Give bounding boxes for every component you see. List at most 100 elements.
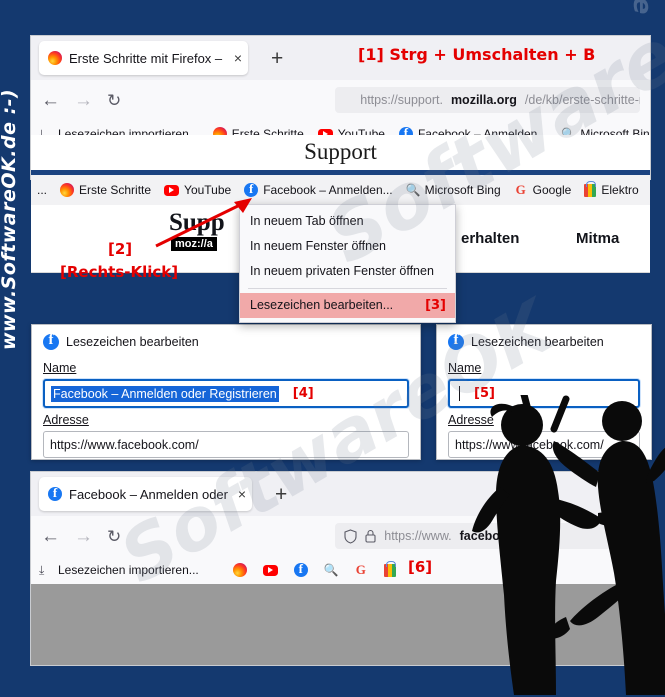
bookmarks-toolbar-second: ... Erste Schritte YouTube Facebook – An…	[31, 175, 650, 205]
address-bar[interactable]: https://www. facebook.com	[335, 523, 640, 549]
bing-icon[interactable]: 🔍	[324, 563, 339, 577]
annotation-step-3: [3]	[425, 298, 446, 313]
address-field-value: https://www.facebook.com/	[455, 437, 604, 452]
edit-bookmark-dialog-left: Lesezeichen bearbeiten Name Facebook – A…	[31, 324, 421, 460]
annotation-step-2: [2]	[108, 240, 133, 258]
bookmark-elektro[interactable]: Elektro	[584, 180, 639, 197]
shopping-bag-icon[interactable]	[383, 560, 396, 577]
firefox-icon	[48, 51, 62, 65]
bookmark-label: ...	[37, 183, 48, 197]
browser-tab-getting-started[interactable]: Erste Schritte mit Firefox – Überb ×	[39, 41, 248, 75]
annotation-step-6: [6]	[408, 558, 433, 576]
context-menu-item-edit-bookmark[interactable]: Lesezeichen bearbeiten... [3]	[240, 293, 455, 318]
screenshot-stage: SoftwareOK SoftwareOK Erste Schritte mit…	[0, 0, 665, 697]
facebook-icon	[43, 332, 59, 350]
bookmark-facebook[interactable]: Facebook – Anmelden...	[244, 181, 393, 197]
bookmark-bing[interactable]: 🔍 Microsoft Bing	[406, 183, 501, 197]
dialog-title: Lesezeichen bearbeiten	[66, 335, 199, 349]
reload-icon[interactable]: ↻	[107, 528, 121, 545]
tab-strip-bottom: Facebook – Anmelden oder Reg × +	[31, 472, 650, 516]
watermark-left: www.SoftwareOK.de :-)	[0, 88, 20, 350]
moz-badge: moz://a	[171, 237, 217, 251]
youtube-icon	[164, 184, 180, 196]
url-suffix: /de/kb/erste-schritte-mit-fir	[524, 93, 640, 107]
import-icon: ⤓	[39, 563, 45, 577]
back-icon[interactable]: ←	[41, 527, 60, 546]
firefox-icon	[60, 183, 75, 197]
url-host: mozilla.org	[450, 93, 517, 107]
address-label: Adresse	[43, 413, 89, 427]
address-bar[interactable]: https://support. mozilla.org/de/kb/erste-…	[335, 87, 640, 113]
annotation-step-1: [1] Strg + Umschalten + B	[358, 45, 596, 64]
bookmark-label: Lesezeichen importieren...	[58, 563, 199, 577]
address-field[interactable]: https://www.facebook.com/	[43, 431, 409, 458]
facebook-icon	[244, 181, 259, 197]
bookmark-google[interactable]: G Google	[514, 182, 572, 198]
bookmarks-toolbar-bottom: ⤓ Lesezeichen importieren... 🔍 G	[31, 556, 650, 584]
site-nav-link-mitmachen[interactable]: Mitma	[576, 230, 619, 247]
navigation-bar-top: ← → ↻ https://support. mozilla.org/de/kb/…	[31, 80, 650, 120]
address-field-value: https://www.facebook.com/	[50, 437, 199, 452]
url-prefix: https://support.	[360, 93, 443, 107]
lock-icon	[365, 529, 376, 543]
menu-label: In neuem Tab öffnen	[250, 214, 364, 228]
bookmark-context-menu: In neuem Tab öffnen In neuem Fenster öff…	[239, 204, 456, 323]
site-brand: Supp	[169, 209, 225, 236]
page-viewport-bottom	[31, 584, 650, 665]
bing-icon: 🔍	[405, 183, 421, 197]
browser-tab-facebook[interactable]: Facebook – Anmelden oder Reg ×	[39, 477, 252, 511]
google-icon[interactable]: G	[354, 563, 368, 577]
url-host: facebook.com	[459, 529, 544, 543]
shield-icon	[344, 528, 357, 544]
facebook-icon	[448, 332, 464, 350]
bookmark-import[interactable]: ⤓ Lesezeichen importieren...	[39, 563, 199, 577]
menu-label: In neuem privaten Fenster öffnen	[250, 264, 434, 278]
close-icon[interactable]: ×	[238, 487, 246, 501]
tab-title: Erste Schritte mit Firefox – Überb	[69, 50, 225, 66]
google-icon: G	[515, 182, 526, 197]
back-icon[interactable]: ←	[41, 91, 60, 110]
menu-label: In neuem Fenster öffnen	[250, 239, 386, 253]
annotation-step-2-label: [Rechts-Klick]	[60, 263, 179, 281]
name-field-value: Facebook – Anmelden oder Registrieren	[51, 385, 279, 402]
annotation-step-4: [4]	[292, 386, 314, 401]
forward-icon[interactable]: →	[74, 91, 93, 110]
dialog-title: Lesezeichen bearbeiten	[471, 335, 604, 349]
name-label: Name	[43, 361, 77, 375]
name-field[interactable]: [5]	[448, 379, 640, 408]
facebook-icon	[48, 485, 62, 501]
reload-icon[interactable]: ↻	[107, 92, 121, 109]
url-prefix: https://www.	[384, 529, 452, 543]
bookmark-overflow[interactable]: ...	[37, 183, 47, 197]
close-icon[interactable]: ×	[234, 51, 242, 65]
dialog-header: Lesezeichen bearbeiten	[437, 325, 651, 356]
site-nav-link-verhalten[interactable]: erhalten	[461, 230, 519, 247]
bookmark-label: Elektro	[601, 183, 639, 197]
new-tab-button[interactable]: +	[275, 484, 287, 505]
firefox-window-bottom: Facebook – Anmelden oder Reg × + ← → ↻ h…	[31, 472, 650, 665]
firefox-icon[interactable]	[232, 563, 247, 577]
facebook-icon[interactable]	[293, 561, 308, 577]
text-caret	[459, 386, 460, 401]
name-label: Name	[448, 361, 482, 375]
address-label: Adresse	[448, 413, 494, 427]
forward-icon[interactable]: →	[74, 527, 93, 546]
dialog-header: Lesezeichen bearbeiten	[32, 325, 420, 356]
context-menu-item-open-new-tab[interactable]: In neuem Tab öffnen	[240, 209, 455, 234]
address-field[interactable]: https://www.facebook.com/	[448, 431, 640, 458]
youtube-icon[interactable]	[262, 564, 278, 576]
menu-label: Lesezeichen bearbeiten...	[250, 298, 394, 312]
name-field[interactable]: Facebook – Anmelden oder Registrieren [4…	[43, 379, 409, 408]
bookmark-label: Microsoft Bing	[424, 183, 501, 197]
page-title: Support	[304, 139, 377, 164]
context-menu-item-open-new-window[interactable]: In neuem Fenster öffnen	[240, 234, 455, 259]
context-menu-item-open-private-window[interactable]: In neuem privaten Fenster öffnen	[240, 259, 455, 284]
bookmark-youtube[interactable]: YouTube	[164, 183, 231, 197]
bookmark-label: Google	[532, 183, 572, 197]
shopping-bag-icon	[584, 180, 597, 197]
bookmark-erste-schritte[interactable]: Erste Schritte	[60, 183, 151, 197]
new-tab-button[interactable]: +	[271, 48, 283, 69]
bookmark-label: Facebook – Anmelden...	[263, 183, 393, 197]
tab-title: Facebook – Anmelden oder Reg	[69, 486, 229, 502]
menu-separator	[248, 288, 447, 289]
